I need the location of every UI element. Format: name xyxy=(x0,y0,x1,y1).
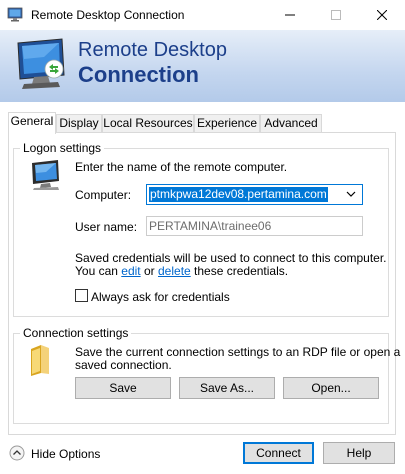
tab-local-resources[interactable]: Local Resources xyxy=(102,114,194,133)
help-button[interactable]: Help xyxy=(323,442,395,464)
always-ask-checkbox[interactable] xyxy=(75,289,88,302)
connection-desc-line1: Save the current connection settings to … xyxy=(75,345,401,359)
connection-settings-legend: Connection settings xyxy=(20,326,132,340)
connection-desc-line2: saved connection. xyxy=(75,358,172,372)
always-ask-label[interactable]: Always ask for credentials xyxy=(91,290,230,304)
remote-desktop-monitor-icon xyxy=(17,38,65,89)
minimize-icon xyxy=(285,14,295,16)
maximize-icon xyxy=(331,10,341,20)
header-banner: Remote Desktop Connection xyxy=(0,30,405,102)
delete-credentials-link[interactable]: delete xyxy=(158,264,191,278)
maximize-button[interactable] xyxy=(313,0,359,30)
close-button[interactable] xyxy=(359,0,405,30)
logon-settings-legend: Logon settings xyxy=(20,141,105,155)
save-as-button[interactable]: Save As... xyxy=(179,377,275,399)
computer-instruction: Enter the name of the remote computer. xyxy=(75,160,288,174)
saved-credentials-text: Saved credentials will be used to connec… xyxy=(75,251,387,265)
chevron-up-circle-icon[interactable] xyxy=(9,445,25,461)
credentials-prefix: You can xyxy=(75,264,118,278)
edit-credentials-link[interactable]: edit xyxy=(121,264,140,278)
computer-value[interactable]: ptmkpwa12dev08.pertamina.com xyxy=(149,187,328,202)
title-bar: Remote Desktop Connection xyxy=(0,0,405,30)
computer-label: Computer: xyxy=(75,188,132,202)
tab-general[interactable]: General xyxy=(8,112,56,134)
computer-monitor-icon xyxy=(32,160,59,190)
minimize-button[interactable] xyxy=(267,0,313,30)
connect-button[interactable]: Connect xyxy=(243,442,314,464)
tab-advanced[interactable]: Advanced xyxy=(260,114,322,133)
folder-icon xyxy=(31,345,49,376)
hide-options-label[interactable]: Hide Options xyxy=(31,447,100,461)
tab-experience[interactable]: Experience xyxy=(194,114,260,133)
chevron-down-icon[interactable] xyxy=(346,191,356,197)
window-title: Remote Desktop Connection xyxy=(31,8,185,22)
tab-display[interactable]: Display xyxy=(56,114,102,133)
banner-title-line1: Remote Desktop xyxy=(78,39,227,61)
credentials-line: You can edit or delete these credentials… xyxy=(75,264,288,278)
close-icon xyxy=(377,10,387,20)
save-button[interactable]: Save xyxy=(75,377,171,399)
credentials-suffix: these credentials. xyxy=(194,264,289,278)
credentials-or: or xyxy=(143,264,155,278)
computer-combobox[interactable]: ptmkpwa12dev08.pertamina.com xyxy=(146,184,363,205)
rdc-app-icon xyxy=(7,7,23,22)
username-label: User name: xyxy=(75,220,138,234)
banner-title-line2: Connection xyxy=(78,62,199,87)
username-field: PERTAMINA\trainee06 xyxy=(146,216,363,236)
open-button[interactable]: Open... xyxy=(283,377,379,399)
